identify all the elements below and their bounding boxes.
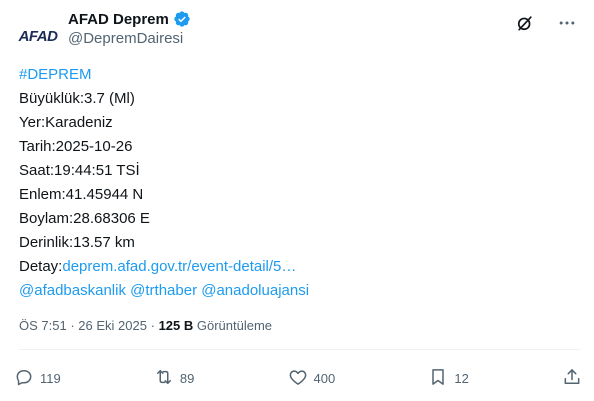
- meta-separator: ·: [70, 318, 75, 333]
- post-line: Derinlik:13.57 km: [19, 234, 135, 251]
- repost-count: 89: [179, 370, 195, 386]
- divider: [19, 349, 580, 350]
- bookmark-button[interactable]: 12: [428, 367, 469, 390]
- post-meta: ÖS 7:51 · 26 Eki 2025 · 125 B Görüntülem…: [19, 318, 272, 333]
- post-time[interactable]: ÖS 7:51: [19, 318, 67, 333]
- share-button[interactable]: [562, 367, 582, 390]
- reply-count: 119: [40, 370, 61, 386]
- post-line: Boylam:28.68306 E: [19, 210, 150, 227]
- author-display-name[interactable]: AFAD Deprem: [68, 11, 169, 28]
- post-date[interactable]: 26 Eki 2025: [78, 318, 147, 333]
- author-name-row[interactable]: AFAD Deprem: [68, 10, 191, 28]
- repost-icon: [154, 367, 174, 390]
- reply-icon: [14, 367, 34, 390]
- reply-button[interactable]: 119: [14, 367, 61, 390]
- post-actions: 119 89 400 12: [14, 362, 582, 394]
- detail-label: Detay:: [19, 258, 63, 275]
- mention-link[interactable]: @anadoluajansi: [201, 282, 309, 299]
- mention-link[interactable]: @trthaber: [130, 282, 197, 299]
- post-line: Saat:19:44:51 TSİ: [19, 162, 140, 179]
- verified-badge-icon: [173, 10, 191, 28]
- meta-separator: ·: [150, 318, 155, 333]
- heart-icon: [288, 367, 308, 390]
- post-line: Enlem:41.45944 N: [19, 186, 144, 203]
- detail-link[interactable]: deprem.afad.gov.tr/event-detail/5…: [62, 258, 296, 275]
- avatar-logo-text: AFAD: [18, 27, 58, 45]
- post-line: Tarih:2025-10-26: [19, 138, 133, 155]
- bookmark-count: 12: [454, 370, 469, 386]
- more-icon[interactable]: [550, 6, 584, 40]
- author-handle[interactable]: @DepremDairesi: [68, 30, 183, 47]
- repost-button[interactable]: 89: [154, 367, 194, 390]
- views-count: 125 B: [158, 318, 194, 333]
- mention-link[interactable]: @afadbaskanlik: [19, 282, 126, 299]
- like-count: 400: [313, 370, 336, 386]
- hashtag-link[interactable]: #DEPREM: [19, 66, 92, 83]
- post-line: Yer:Karadeniz: [19, 114, 113, 131]
- grok-icon[interactable]: [508, 6, 542, 40]
- bookmark-icon: [428, 367, 448, 390]
- post-line: Büyüklük:3.7 (Ml): [19, 90, 135, 107]
- like-button[interactable]: 400: [288, 367, 336, 390]
- share-icon: [562, 367, 582, 390]
- avatar[interactable]: AFAD: [14, 12, 62, 60]
- views-label: Görüntüleme: [196, 318, 273, 333]
- post-header-actions: [508, 6, 584, 40]
- post-body: #DEPREM Büyüklük:3.7 (Ml) Yer:Karadeniz …: [19, 63, 579, 303]
